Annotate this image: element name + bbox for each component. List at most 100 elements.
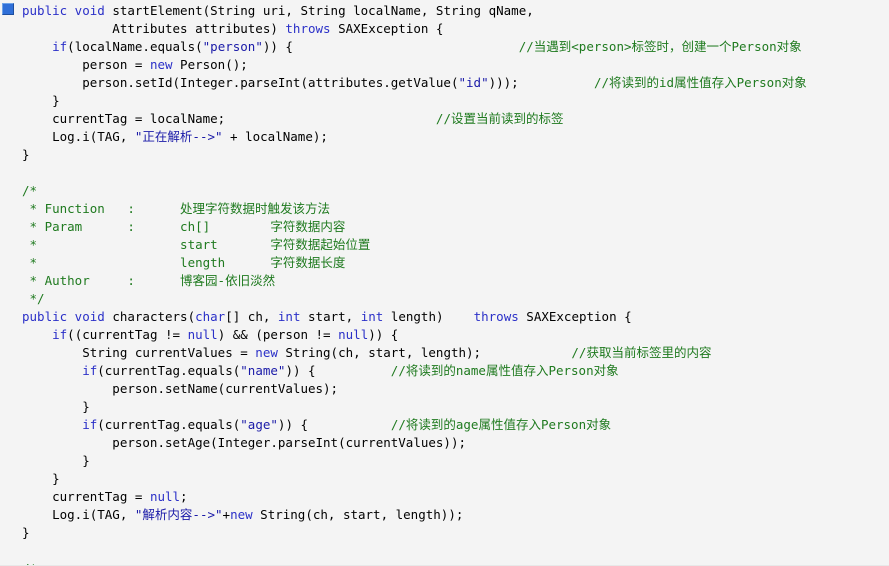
code-line[interactable]: Log.i(TAG, "解析内容-->"+new String(ch, star… <box>0 506 807 524</box>
code-token-kw: null <box>338 327 369 342</box>
code-token-plain: )) { <box>368 327 399 342</box>
code-token-kw: if <box>52 327 68 342</box>
code-token-plain: ) && (person != <box>217 327 339 342</box>
code-token-cmt: //设置当前读到的标签 <box>435 111 564 126</box>
code-token-str: "name" <box>240 363 286 378</box>
code-line[interactable]: currentTag = null; <box>0 488 807 506</box>
code-line[interactable]: currentTag = localName; //设置当前读到的标签 <box>0 110 807 128</box>
code-line[interactable]: person.setAge(Integer.parseInt(currentVa… <box>0 434 807 452</box>
code-token-plain: startElement(String uri, String localNam… <box>112 3 534 18</box>
code-line[interactable]: if((currentTag != null) && (person != nu… <box>0 326 807 344</box>
code-token-plain: } <box>22 525 30 540</box>
code-line[interactable]: if(currentTag.equals("age")) { //将读到的age… <box>0 416 807 434</box>
code-token-cmt-blk: * Author : 博客园-依旧淡然 <box>22 273 276 288</box>
code-token-kw: if <box>52 39 68 54</box>
code-token-cmt-blk: * Param : ch[] 字符数据内容 <box>22 219 346 234</box>
code-token-plain: (localName.equals( <box>67 39 203 54</box>
code-line[interactable]: } <box>0 146 807 164</box>
code-line[interactable]: * length 字符数据长度 <box>0 254 807 272</box>
code-token-plain: start, <box>308 309 361 324</box>
code-token-kw: int <box>360 309 391 324</box>
code-token-plain: String(ch, start, length)); <box>260 507 464 522</box>
code-token-plain: ))); <box>488 75 594 90</box>
code-token-cmt-blk: * length 字符数据长度 <box>22 255 346 270</box>
code-token-plain: } <box>22 453 90 468</box>
code-line[interactable]: person = new Person(); <box>0 56 807 74</box>
code-token-cmt: //获取当前标签里的内容 <box>571 345 712 360</box>
code-line[interactable]: } <box>0 470 807 488</box>
code-token-str: "id" <box>458 75 489 90</box>
code-line[interactable]: } <box>0 524 807 542</box>
code-line[interactable] <box>0 164 807 182</box>
code-line[interactable]: * Param : ch[] 字符数据内容 <box>0 218 807 236</box>
code-token-kw: public void <box>22 309 113 324</box>
code-token-plain: person.setId(Integer.parseInt(attributes… <box>22 75 459 90</box>
code-line[interactable]: if(localName.equals("person")) { //当遇到<p… <box>0 38 807 56</box>
code-token-str: "解析内容-->" <box>134 507 223 522</box>
code-token-cmt-blk: /* <box>22 183 38 198</box>
code-line[interactable]: /* <box>0 182 807 200</box>
code-line[interactable]: public void characters(char[] ch, int st… <box>0 308 807 326</box>
code-line[interactable]: String currentValues = new String(ch, st… <box>0 344 807 362</box>
code-token-plain: Log.i(TAG, <box>22 129 135 144</box>
code-token-kw: if <box>82 363 98 378</box>
code-token-plain: SAXException { <box>338 21 444 36</box>
code-token-plain: )) { <box>285 363 391 378</box>
code-token-plain: } <box>22 93 60 108</box>
code-line[interactable] <box>0 542 807 560</box>
code-token-kw: throws <box>473 309 527 324</box>
code-token-plain: SAXException { <box>526 309 632 324</box>
code-token-cmt: //将读到的age属性值存入Person对象 <box>390 417 612 432</box>
code-token-plain: } <box>22 399 90 414</box>
code-token-cmt: //当遇到<person>标签时，创建一个Person对象 <box>518 39 802 54</box>
code-token-str: "age" <box>240 417 278 432</box>
code-token-plain: ((currentTag != <box>67 327 188 342</box>
code-line[interactable]: * Author : 博客园-依旧淡然 <box>0 272 807 290</box>
code-token-kw: public void <box>22 3 113 18</box>
code-token-plain: String(ch, start, length); <box>285 345 572 360</box>
code-line[interactable]: } <box>0 92 807 110</box>
code-token-plain: characters( <box>112 309 196 324</box>
code-token-plain: ; <box>180 489 188 504</box>
code-line[interactable]: * Function : 处理字符数据时触发该方法 <box>0 200 807 218</box>
code-line[interactable]: */ <box>0 290 807 308</box>
code-token-kw: null <box>187 327 218 342</box>
code-line[interactable]: * start 字符数据起始位置 <box>0 236 807 254</box>
code-token-plain: + <box>222 507 231 522</box>
code-token-plain: Log.i(TAG, <box>22 507 135 522</box>
code-editor-viewport[interactable]: public void startElement(String uri, Str… <box>0 0 889 566</box>
code-content[interactable]: public void startElement(String uri, Str… <box>0 0 807 566</box>
code-token-plain: person = <box>22 57 150 72</box>
code-token-plain: )) { <box>277 417 391 432</box>
code-token-plain: person.setName(currentValues); <box>22 381 339 396</box>
code-line[interactable]: person.setName(currentValues); <box>0 380 807 398</box>
code-token-cmt-blk: */ <box>22 291 45 306</box>
code-token-cmt: //将读到的id属性值存入Person对象 <box>593 75 807 90</box>
code-line[interactable]: } <box>0 398 807 416</box>
code-line[interactable]: person.setId(Integer.parseInt(attributes… <box>0 74 807 92</box>
code-line[interactable]: if(currentTag.equals("name")) { //将读到的na… <box>0 362 807 380</box>
code-line[interactable]: public void startElement(String uri, Str… <box>0 2 807 20</box>
code-token-plain: (currentTag.equals( <box>97 363 241 378</box>
code-token-kw: throws <box>285 21 339 36</box>
code-token-cmt: //将读到的name属性值存入Person对象 <box>390 363 619 378</box>
code-token-plain: (currentTag.equals( <box>97 417 241 432</box>
code-token-plain: String currentValues = <box>22 345 256 360</box>
code-token-cmt-blk: * Function : 处理字符数据时触发该方法 <box>22 201 331 216</box>
code-token-plain: Person(); <box>180 57 248 72</box>
code-line[interactable]: Log.i(TAG, "正在解析-->" + localName); <box>0 128 807 146</box>
code-line[interactable]: } <box>0 452 807 470</box>
code-token-plain: Attributes attributes) <box>22 21 286 36</box>
code-token-str: "正在解析-->" <box>134 129 223 144</box>
code-token-kw: if <box>82 417 98 432</box>
code-line[interactable]: Attributes attributes) throws SAXExcepti… <box>0 20 807 38</box>
code-token-plain: currentTag = localName; <box>22 111 436 126</box>
code-token-kw: new <box>149 57 181 72</box>
code-token-kw: char <box>195 309 226 324</box>
code-token-plain: [] ch, <box>225 309 278 324</box>
code-token-plain: } <box>22 471 60 486</box>
